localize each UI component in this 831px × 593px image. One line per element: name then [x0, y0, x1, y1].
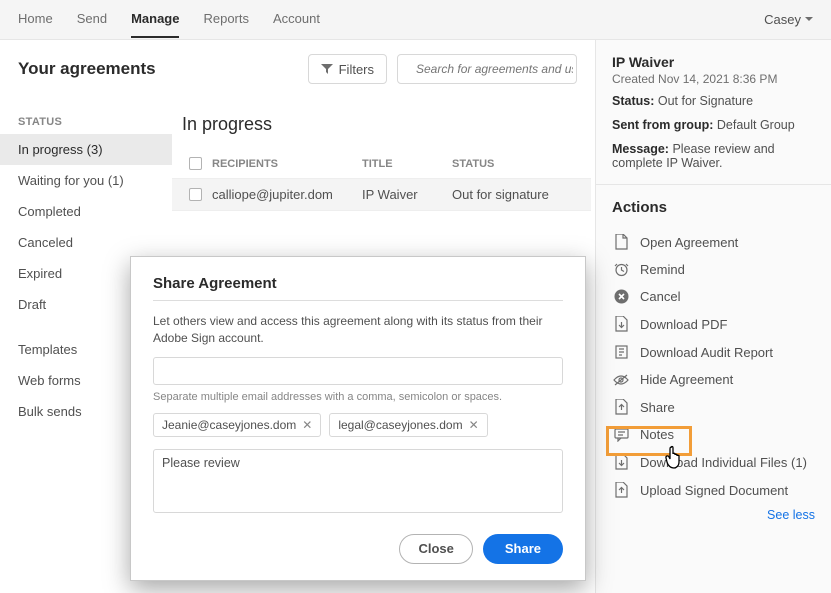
close-button[interactable]: Close — [399, 534, 472, 564]
share-icon — [614, 399, 629, 415]
nav-reports[interactable]: Reports — [203, 1, 249, 38]
sidebar-item-waiting[interactable]: Waiting for you (1) — [0, 165, 172, 196]
action-label: Open Agreement — [640, 235, 738, 250]
file-icon — [614, 234, 628, 250]
detail-status: Status: Out for Signature — [612, 94, 815, 108]
col-title: TITLE — [362, 158, 452, 170]
action-label: Upload Signed Document — [640, 483, 788, 498]
nav-send[interactable]: Send — [77, 1, 107, 38]
nav-manage[interactable]: Manage — [131, 1, 179, 38]
divider — [596, 184, 831, 185]
email-chips: Jeanie@caseyjones.dom ✕ legal@caseyjones… — [153, 413, 563, 437]
share-button[interactable]: Share — [483, 534, 563, 564]
page-title: Your agreements — [18, 59, 298, 79]
download-audit-icon — [614, 344, 629, 360]
filter-icon — [321, 63, 333, 75]
nav-account[interactable]: Account — [273, 1, 320, 38]
action-hide[interactable]: Hide Agreement — [612, 366, 815, 393]
action-upload[interactable]: Upload Signed Document — [612, 476, 815, 504]
section-title: In progress — [172, 108, 591, 149]
col-status: STATUS — [452, 158, 585, 170]
action-label: Download PDF — [640, 317, 727, 332]
action-download-pdf[interactable]: Download PDF — [612, 310, 815, 338]
email-chip[interactable]: Jeanie@caseyjones.dom ✕ — [153, 413, 321, 437]
action-label: Notes — [640, 427, 674, 442]
sidebar-status-label: STATUS — [0, 110, 172, 134]
detail-pane: IP Waiver Created Nov 14, 2021 8:36 PM S… — [596, 40, 831, 593]
chip-label: Jeanie@caseyjones.dom — [162, 418, 296, 432]
agreements-table: RECIPIENTS TITLE STATUS calliope@jupiter… — [172, 149, 591, 211]
action-label: Download Audit Report — [640, 345, 773, 360]
detail-created: Created Nov 14, 2021 8:36 PM — [612, 72, 815, 86]
clock-icon — [614, 262, 629, 277]
action-label: Share — [640, 400, 675, 415]
action-label: Download Individual Files (1) — [640, 455, 807, 470]
see-less-link[interactable]: See less — [612, 508, 815, 522]
row-checkbox[interactable] — [189, 188, 202, 201]
download-pdf-icon — [614, 316, 629, 332]
action-label: Remind — [640, 262, 685, 277]
action-label: Cancel — [640, 289, 680, 304]
filters-button[interactable]: Filters — [308, 54, 387, 84]
modal-description: Let others view and access this agreemen… — [153, 313, 563, 347]
nav-items: Home Send Manage Reports Account — [18, 1, 320, 38]
chip-label: legal@caseyjones.dom — [338, 418, 462, 432]
search-input[interactable] — [416, 62, 573, 76]
action-share[interactable]: Share — [612, 393, 815, 421]
nav-home[interactable]: Home — [18, 1, 53, 38]
row-recipient: calliope@jupiter.dom — [212, 187, 362, 202]
search-wrap[interactable] — [397, 54, 577, 84]
email-chip[interactable]: legal@caseyjones.dom ✕ — [329, 413, 487, 437]
share-agreement-modal: Share Agreement Let others view and acce… — [130, 256, 586, 581]
detail-group: Sent from group: Default Group — [612, 118, 815, 132]
select-all-checkbox[interactable] — [189, 157, 202, 170]
table-row[interactable]: calliope@jupiter.dom IP Waiver Out for s… — [172, 179, 591, 211]
action-remind[interactable]: Remind — [612, 256, 815, 283]
user-name: Casey — [764, 12, 801, 27]
action-cancel[interactable]: Cancel — [612, 283, 815, 310]
sidebar-item-in-progress[interactable]: In progress (3) — [0, 134, 172, 165]
table-header: RECIPIENTS TITLE STATUS — [172, 149, 591, 179]
modal-title: Share Agreement — [153, 275, 563, 292]
upload-icon — [614, 482, 629, 498]
action-label: Hide Agreement — [640, 372, 733, 387]
cancel-icon — [614, 289, 629, 304]
sidebar-item-canceled[interactable]: Canceled — [0, 227, 172, 258]
share-message-input[interactable] — [153, 449, 563, 513]
user-menu[interactable]: Casey — [764, 12, 813, 27]
col-recipients: RECIPIENTS — [212, 158, 362, 170]
action-download-files[interactable]: Download Individual Files (1) — [612, 448, 815, 476]
action-notes[interactable]: Notes — [612, 421, 815, 448]
row-title: IP Waiver — [362, 187, 452, 202]
modal-hint: Separate multiple email addresses with a… — [153, 391, 563, 403]
detail-message: Message: Please review and complete IP W… — [612, 142, 815, 170]
action-download-audit[interactable]: Download Audit Report — [612, 338, 815, 366]
row-status: Out for signature — [452, 187, 585, 202]
left-header: Your agreements Filters — [0, 40, 595, 98]
chip-remove-icon[interactable]: ✕ — [302, 418, 312, 432]
share-email-input[interactable] — [153, 357, 563, 385]
actions-title: Actions — [612, 199, 815, 216]
sidebar-item-completed[interactable]: Completed — [0, 196, 172, 227]
download-files-icon — [614, 454, 629, 470]
notes-icon — [614, 428, 629, 442]
chip-remove-icon[interactable]: ✕ — [469, 418, 479, 432]
detail-title: IP Waiver — [612, 54, 815, 70]
top-nav: Home Send Manage Reports Account Casey — [0, 0, 831, 40]
action-open-agreement[interactable]: Open Agreement — [612, 228, 815, 256]
filters-label: Filters — [339, 62, 374, 77]
eye-off-icon — [613, 374, 629, 386]
chevron-down-icon — [805, 17, 813, 22]
